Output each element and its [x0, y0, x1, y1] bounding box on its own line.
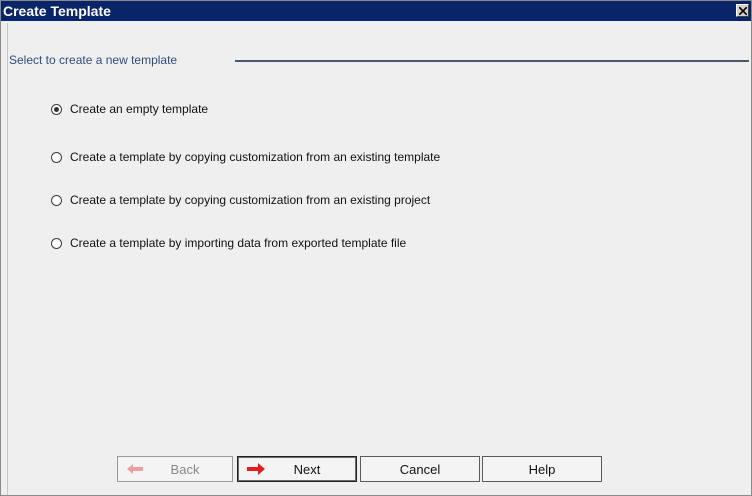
radio-button-selected[interactable] — [51, 103, 62, 115]
option-label: Create an empty template — [70, 102, 209, 116]
group-separator-line — [235, 60, 749, 62]
option-label: Create a template by copying customizati… — [70, 150, 441, 164]
radio-button[interactable] — [51, 194, 62, 206]
radio-button[interactable] — [51, 151, 62, 163]
option-label: Create a template by copying customizati… — [70, 193, 431, 207]
next-button[interactable]: Next — [237, 456, 357, 482]
back-button-label: Back — [170, 461, 200, 477]
close-icon — [739, 7, 747, 15]
back-button[interactable]: Back — [117, 456, 233, 482]
create-template-dialog: Create Template Select to create a new t… — [0, 0, 752, 496]
dialog-title: Create Template — [3, 3, 111, 19]
option-copy-from-project[interactable]: Create a template by copying customizati… — [51, 192, 430, 208]
next-button-label: Next — [293, 461, 321, 477]
radio-button[interactable] — [51, 237, 62, 249]
help-button[interactable]: Help — [482, 456, 602, 482]
left-edge-divider — [1, 23, 8, 495]
title-bar: Create Template — [1, 1, 751, 21]
option-import-from-file[interactable]: Create a template by importing data from… — [51, 235, 406, 251]
option-copy-from-template[interactable]: Create a template by copying customizati… — [51, 149, 440, 165]
option-empty-template[interactable]: Create an empty template — [51, 101, 208, 117]
close-button[interactable] — [736, 4, 749, 17]
group-label: Select to create a new template — [9, 53, 180, 67]
next-arrow-icon — [247, 463, 265, 475]
cancel-button-label: Cancel — [399, 461, 441, 477]
help-button-label: Help — [528, 461, 556, 477]
cancel-button[interactable]: Cancel — [360, 456, 480, 482]
back-arrow-icon — [127, 464, 143, 474]
option-label: Create a template by importing data from… — [70, 236, 407, 250]
group-header: Select to create a new template — [9, 53, 749, 69]
